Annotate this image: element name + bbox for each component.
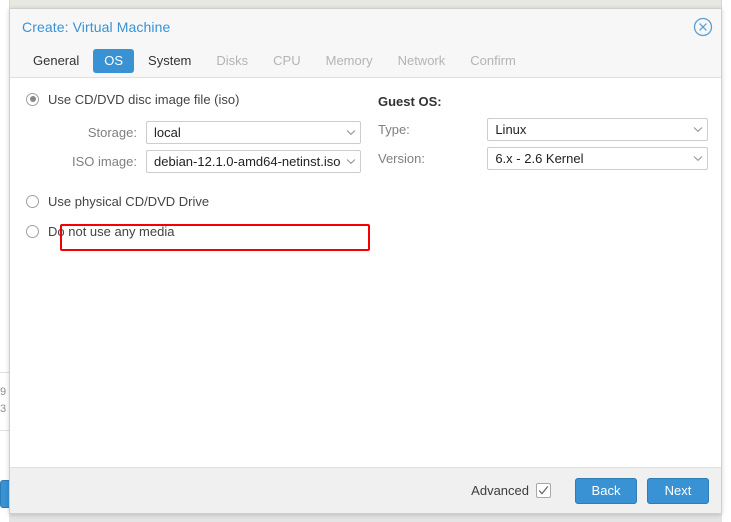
radio-icon-physical-drive bbox=[26, 194, 39, 208]
dialog-titlebar: Create: Virtual Machine bbox=[10, 9, 721, 44]
close-circle-icon[interactable] bbox=[693, 17, 713, 37]
storage-select-value: local bbox=[154, 125, 181, 140]
radio-option-no-media[interactable]: Do not use any media bbox=[26, 220, 376, 242]
backdrop-partial-digit-bottom: 3 bbox=[0, 403, 7, 415]
iso-image-select[interactable]: debian-12.1.0-amd64-netinst.iso bbox=[146, 150, 361, 173]
advanced-label: Advanced bbox=[471, 483, 529, 498]
guest-version-field-row: Version: 6.x - 2.6 Kernel bbox=[378, 147, 708, 170]
tab-network[interactable]: Network bbox=[387, 49, 457, 73]
tab-general[interactable]: General bbox=[22, 49, 90, 73]
backdrop-right-strip bbox=[721, 0, 731, 522]
backdrop-partial-digit-top: 9 bbox=[0, 386, 7, 398]
iso-image-select-value: debian-12.1.0-amd64-netinst.iso bbox=[154, 154, 341, 169]
storage-field-row: Storage: local bbox=[26, 121, 376, 144]
check-icon bbox=[538, 485, 549, 495]
tab-system[interactable]: System bbox=[137, 49, 202, 73]
dialog-tabstrip: General OS System Disks CPU Memory Netwo… bbox=[10, 44, 721, 78]
tab-memory[interactable]: Memory bbox=[315, 49, 384, 73]
guest-os-heading: Guest OS: bbox=[378, 94, 442, 109]
media-source-column: Use CD/DVD disc image file (iso) Storage… bbox=[26, 78, 376, 242]
guest-version-select[interactable]: 6.x - 2.6 Kernel bbox=[487, 147, 708, 170]
advanced-checkbox[interactable] bbox=[536, 483, 551, 498]
guest-os-column: Guest OS: Type: Linux Version: 6.x - 2.6… bbox=[378, 78, 708, 170]
tab-disks[interactable]: Disks bbox=[205, 49, 259, 73]
storage-select[interactable]: local bbox=[146, 121, 361, 144]
guest-type-field-row: Type: Linux bbox=[378, 118, 708, 141]
radio-label-no-media: Do not use any media bbox=[48, 223, 175, 239]
storage-label: Storage: bbox=[87, 125, 137, 140]
radio-label-use-iso: Use CD/DVD disc image file (iso) bbox=[48, 91, 240, 107]
next-button[interactable]: Next bbox=[647, 477, 709, 504]
backdrop-topbar bbox=[0, 0, 731, 8]
chevron-down-icon bbox=[689, 126, 707, 133]
iso-image-label: ISO image: bbox=[71, 154, 137, 169]
radio-label-physical-drive: Use physical CD/DVD Drive bbox=[48, 193, 210, 209]
guest-type-label: Type: bbox=[378, 122, 410, 137]
guest-version-select-value: 6.x - 2.6 Kernel bbox=[495, 151, 584, 166]
chevron-down-icon bbox=[342, 158, 360, 165]
tab-cpu[interactable]: CPU bbox=[262, 49, 311, 73]
radio-option-use-iso[interactable]: Use CD/DVD disc image file (iso) bbox=[26, 88, 376, 110]
backdrop-row-divider bbox=[0, 372, 9, 373]
create-vm-dialog: Create: Virtual Machine General OS Syste… bbox=[9, 8, 722, 514]
tab-os[interactable]: OS bbox=[93, 48, 135, 73]
guest-version-label: Version: bbox=[378, 151, 425, 166]
guest-type-select[interactable]: Linux bbox=[487, 118, 708, 141]
back-button[interactable]: Back bbox=[575, 477, 637, 504]
chevron-down-icon bbox=[689, 155, 707, 162]
radio-icon-use-iso bbox=[26, 92, 39, 106]
tab-confirm[interactable]: Confirm bbox=[459, 49, 527, 73]
dialog-content: Use CD/DVD disc image file (iso) Storage… bbox=[10, 78, 721, 468]
backdrop-row-divider bbox=[0, 430, 9, 431]
radio-icon-no-media bbox=[26, 224, 39, 238]
dialog-title: Create: Virtual Machine bbox=[22, 18, 171, 35]
chevron-down-icon bbox=[342, 129, 360, 136]
guest-type-select-value: Linux bbox=[495, 122, 527, 137]
iso-image-field-row: ISO image: debian-12.1.0-amd64-netinst.i… bbox=[26, 150, 376, 173]
radio-option-physical-drive[interactable]: Use physical CD/DVD Drive bbox=[26, 190, 376, 212]
dialog-footer: Advanced Back Next bbox=[10, 468, 721, 513]
